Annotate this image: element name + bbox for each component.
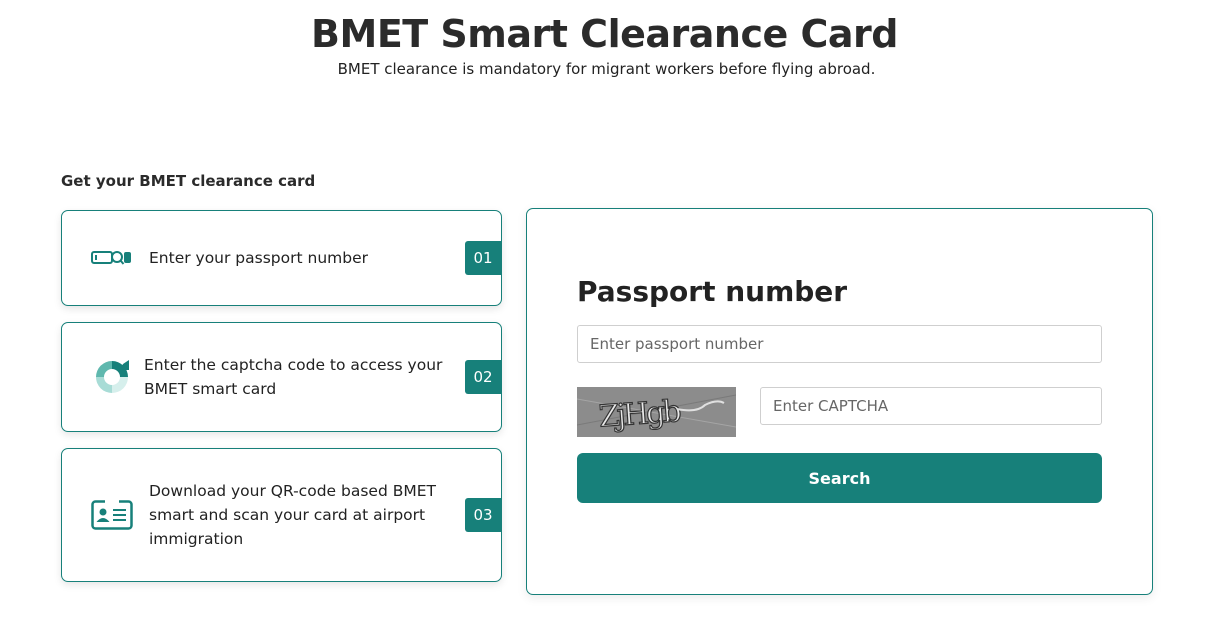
id-card-icon [90,495,134,535]
step-text-3: Download your QR-code based BMET smart a… [149,482,436,548]
steps-heading: Get your BMET clearance card [61,172,316,190]
page: BMET Smart Clearance Card BMET clearance… [0,0,1209,628]
captcha-image: ZjHgb [577,387,736,437]
search-button[interactable]: Search [577,453,1102,503]
step-number-2: 02 [465,360,501,394]
page-subtitle: BMET clearance is mandatory for migrant … [337,60,876,78]
passport-search-form: Passport number ZjHgb Search [526,208,1153,595]
passport-number-label: Passport number [577,275,848,308]
step-text-1: Enter your passport number [149,249,368,267]
passport-number-input[interactable] [577,325,1102,363]
step-text-2: Enter the captcha code to access your BM… [144,356,443,398]
step-card-3: Download your QR-code based BMET smart a… [61,448,502,582]
step-number-1: 01 [465,241,501,275]
captcha-text: ZjHgb [598,394,682,435]
page-title: BMET Smart Clearance Card [311,12,898,56]
step-card-2: Enter the captcha code to access your BM… [61,322,502,432]
captcha-input[interactable] [760,387,1102,425]
refresh-captcha-icon [90,357,134,397]
passport-search-icon [90,238,134,278]
step-card-1: Enter your passport number 01 [61,210,502,306]
step-number-3: 03 [465,498,501,532]
